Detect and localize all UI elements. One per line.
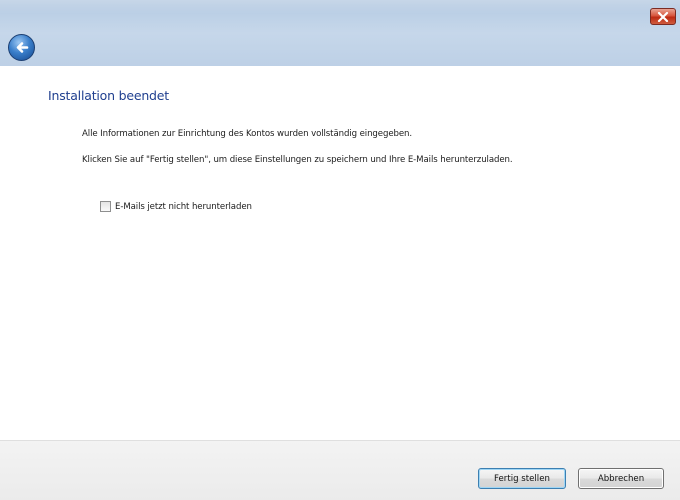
back-button[interactable]: [8, 34, 35, 61]
cancel-button[interactable]: Abbrechen: [578, 468, 664, 489]
title-bar-sheen: [0, 0, 680, 14]
page-title: Installation beendet: [48, 88, 169, 103]
setup-wizard-window: Installation beendet Alle Informationen …: [0, 0, 680, 500]
no-download-checkbox-label[interactable]: E-Mails jetzt nicht herunterladen: [115, 202, 252, 212]
title-bar: [0, 0, 680, 66]
finish-button[interactable]: Fertig stellen: [478, 468, 566, 489]
no-download-option[interactable]: E-Mails jetzt nicht herunterladen: [100, 201, 252, 212]
instruction-text: Klicken Sie auf "Fertig stellen", um die…: [82, 155, 513, 165]
info-text: Alle Informationen zur Einrichtung des K…: [82, 129, 413, 139]
close-icon: [657, 11, 669, 22]
button-bar: Fertig stellen Abbrechen: [0, 440, 680, 500]
close-button[interactable]: [650, 8, 676, 25]
no-download-checkbox[interactable]: [100, 201, 111, 212]
back-arrow-icon: [16, 42, 29, 53]
wizard-content: Installation beendet Alle Informationen …: [0, 66, 680, 440]
